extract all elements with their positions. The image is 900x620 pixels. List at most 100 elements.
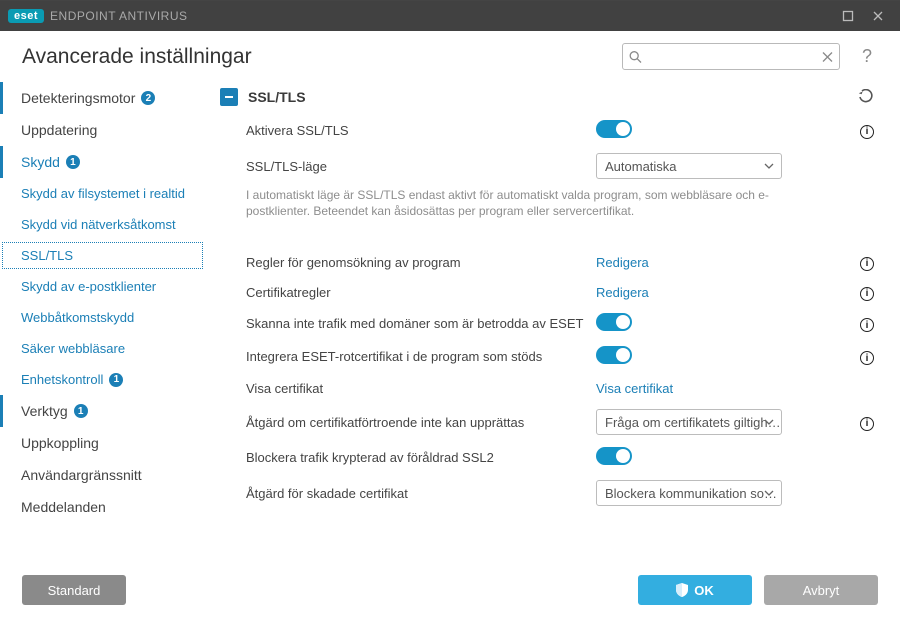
chevron-down-icon [764,490,774,496]
label-enable-ssl: Aktivera SSL/TLS [246,123,596,138]
link-view-cert[interactable]: Visa certifikat [596,381,673,396]
sidebar-item-update[interactable]: Uppdatering [0,114,205,146]
sidebar-item-realtime[interactable]: Skydd av filsystemet i realtid [0,178,205,209]
toggle-integrate-cert[interactable] [596,346,632,364]
row-cert-rules: Certifikatregler Redigera i [216,277,882,307]
row-trusted-scan: Skanna inte trafik med domäner som är be… [216,307,882,340]
row-trust-action: Åtgärd om certifikatförtroende inte kan … [216,403,882,441]
badge: 2 [141,91,155,105]
sidebar-item-label: Skydd [21,154,60,170]
ok-label: OK [694,583,714,598]
sidebar-item-email[interactable]: Skydd av e-postklienter [0,271,205,302]
maximize-icon[interactable] [840,8,856,24]
select-trust-action[interactable]: Fråga om certifikatets giltigh… [596,409,782,435]
select-value: Automatiska [605,159,677,174]
help-icon[interactable]: ? [856,46,878,67]
standard-button[interactable]: Standard [22,575,126,605]
badge: 1 [74,404,88,418]
sidebar-item-connection[interactable]: Uppkoppling [0,427,205,459]
row-view-cert: Visa certifikat Visa certifikat [216,373,882,403]
sidebar-item-label: Meddelanden [21,499,106,515]
info-icon[interactable]: i [860,417,874,431]
sidebar-item-label: Användargränssnitt [21,467,142,483]
toggle-enable-ssl[interactable] [596,120,632,138]
sidebar-item-label: Webbåtkomstskydd [21,310,134,325]
label-trusted-scan: Skanna inte trafik med domäner som är be… [246,316,596,331]
label-damaged-action: Åtgärd för skadade certifikat [246,486,596,501]
info-icon[interactable]: i [860,125,874,139]
select-damaged-action[interactable]: Blockera kommunikation so… [596,480,782,506]
cancel-button[interactable]: Avbryt [764,575,878,605]
sidebar-item-notifications[interactable]: Meddelanden [0,491,205,523]
brand: eset ENDPOINT ANTIVIRUS [8,9,188,23]
content-pane: SSL/TLS Aktivera SSL/TLS i SSL/TLS-läge … [212,80,900,578]
label-block-ssl2: Blockera trafik krypterad av föråldrad S… [246,450,596,465]
sidebar-item-label: Säker webbläsare [21,341,125,356]
label-view-cert: Visa certifikat [246,381,596,396]
info-icon[interactable]: i [860,287,874,301]
ok-button[interactable]: OK [638,575,752,605]
badge: 1 [66,155,80,169]
sidebar-item-label: SSL/TLS [21,248,73,263]
undo-icon[interactable] [858,89,874,105]
clear-icon[interactable] [822,51,833,62]
sidebar-item-label: Uppdatering [21,122,97,138]
sidebar-item-label: Skydd vid nätverksåtkomst [21,217,176,232]
window-controls [840,8,892,24]
page-header: Avancerade inställningar ? [0,31,900,80]
sidebar-item-label: Skydd av filsystemet i realtid [21,186,185,201]
info-icon[interactable]: i [860,351,874,365]
sidebar-item-label: Enhetskontroll [21,372,103,387]
label-trust-action: Åtgärd om certifikatförtroende inte kan … [246,415,596,430]
row-app-rules: Regler för genomsökning av program Redig… [216,247,882,277]
info-icon[interactable]: i [860,318,874,332]
label-cert-rules: Certifikatregler [246,285,596,300]
link-edit-app-rules[interactable]: Redigera [596,255,649,270]
shield-icon [676,583,688,597]
sidebar-item-webaccess[interactable]: Webbåtkomstskydd [0,302,205,333]
row-integrate-cert: Integrera ESET-rotcertifikat i de progra… [216,340,882,373]
ssl-mode-description: I automatiskt läge är SSL/TLS endast akt… [216,185,826,229]
section-title: SSL/TLS [248,89,306,105]
brand-product: ENDPOINT ANTIVIRUS [50,9,187,23]
page-title: Avancerade inställningar [22,45,252,69]
search-input[interactable] [622,43,840,70]
select-value: Fråga om certifikatets giltigh… [605,415,781,430]
sidebar: Detekteringsmotor 2 Uppdatering Skydd 1 … [0,80,212,578]
search-icon [629,50,642,63]
badge: 1 [109,373,123,387]
title-bar: eset ENDPOINT ANTIVIRUS [0,1,900,31]
sidebar-item-network[interactable]: Skydd vid nätverksåtkomst [0,209,205,240]
collapse-icon[interactable] [220,88,238,106]
row-block-ssl2: Blockera trafik krypterad av föråldrad S… [216,441,882,474]
sidebar-item-ssl-tls[interactable]: SSL/TLS [0,240,205,271]
brand-badge: eset [8,9,44,23]
select-value: Blockera kommunikation so… [605,486,777,501]
sidebar-item-protection[interactable]: Skydd 1 [0,146,205,178]
toggle-block-ssl2[interactable] [596,447,632,465]
sidebar-item-label: Uppkoppling [21,435,99,451]
row-damaged-action: Åtgärd för skadade certifikat Blockera k… [216,474,882,512]
chevron-down-icon [764,163,774,169]
toggle-trusted-scan[interactable] [596,313,632,331]
sidebar-item-tools[interactable]: Verktyg 1 [0,395,205,427]
search-field[interactable] [622,43,840,70]
sidebar-item-device[interactable]: Enhetskontroll 1 [0,364,205,395]
row-enable-ssl: Aktivera SSL/TLS i [216,114,882,147]
info-icon[interactable]: i [860,257,874,271]
sidebar-item-label: Verktyg [21,403,68,419]
link-edit-cert-rules[interactable]: Redigera [596,285,649,300]
sidebar-item-label: Detekteringsmotor [21,90,135,106]
sidebar-item-browser[interactable]: Säker webbläsare [0,333,205,364]
select-ssl-mode[interactable]: Automatiska [596,153,782,179]
label-ssl-mode: SSL/TLS-läge [246,159,596,174]
sidebar-item-ui[interactable]: Användargränssnitt [0,459,205,491]
close-icon[interactable] [870,8,886,24]
label-app-rules: Regler för genomsökning av program [246,255,596,270]
footer: Standard OK Avbryt [0,560,900,620]
label-integrate-cert: Integrera ESET-rotcertifikat i de progra… [246,349,596,364]
sidebar-item-detection[interactable]: Detekteringsmotor 2 [0,82,205,114]
section-header: SSL/TLS [216,80,882,114]
row-ssl-mode: SSL/TLS-läge Automatiska [216,147,882,185]
chevron-down-icon [764,419,774,425]
